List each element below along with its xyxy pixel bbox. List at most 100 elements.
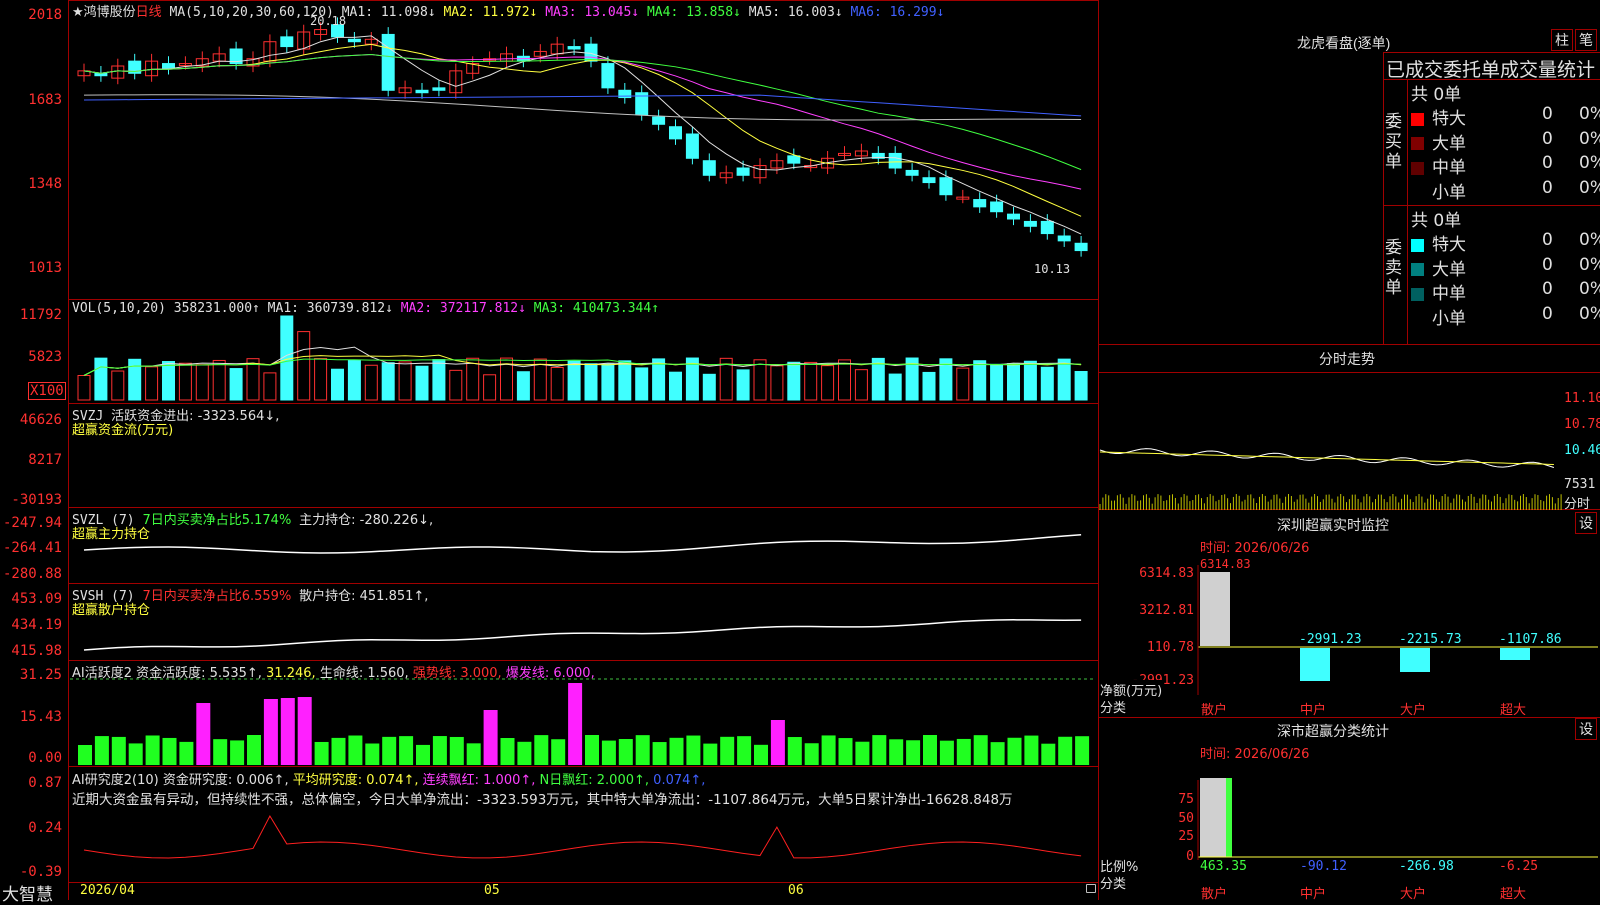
- order-count: 0: [1542, 128, 1553, 149]
- svzj-bar: [216, 472, 223, 480]
- ai2-bar: [840, 849, 853, 852]
- order-label: 中单: [1432, 158, 1466, 178]
- period-label[interactable]: 日线: [136, 5, 162, 20]
- svzj-bar: [773, 442, 780, 472]
- svzj-bar: [469, 472, 476, 474]
- svzj-bar: [266, 422, 273, 472]
- ma-line-10: [83, 43, 1082, 217]
- ai1-bar: [483, 710, 498, 765]
- svzj-bar: [368, 468, 375, 472]
- ai1-axis-label: 15.43: [19, 709, 62, 725]
- ai2-bar: [688, 848, 701, 851]
- monitor-cat: 中户: [1300, 703, 1327, 718]
- ai1-bar: [1007, 737, 1022, 765]
- ai1-bar: [720, 736, 735, 765]
- svzj-bar: [435, 472, 442, 484]
- svzl-subtitle: 超赢主力持仓: [72, 527, 151, 542]
- ai2-bar: [198, 850, 211, 853]
- ai1-bar: [787, 737, 802, 765]
- svzj-bar: [976, 471, 983, 474]
- svzj-bar: [892, 472, 899, 480]
- svsh-ratio: 7日内买卖净占比6.559%: [142, 589, 292, 604]
- vol-label[interactable]: VOL(5,10,20): [72, 301, 166, 316]
- classify-bar-retail: [1200, 778, 1230, 857]
- volume-bar: [618, 360, 632, 401]
- volume-bar: [178, 362, 192, 401]
- svsh-holding: 散户持仓: 451.851↑,: [299, 589, 429, 604]
- ai1-bar: [889, 739, 904, 765]
- ai1-bar: [804, 743, 819, 765]
- candle-body: [1023, 220, 1037, 227]
- ai2-bar: [603, 850, 616, 853]
- svzj-bar: [351, 472, 358, 483]
- ai2-bar: [333, 850, 346, 853]
- ai2-bar: [434, 849, 447, 852]
- ai1-strongline: 强势线: 3.000,: [412, 666, 502, 681]
- volume-bar: [415, 365, 429, 401]
- svzj-bar: [97, 470, 104, 473]
- volume-bar: [854, 369, 868, 401]
- classify-val: -90.12: [1300, 859, 1347, 874]
- ma6-value: MA6: 16.299↓: [850, 5, 945, 20]
- candle-body: [1074, 242, 1088, 252]
- ai2-bar: [181, 850, 194, 853]
- svzj-bar: [182, 468, 189, 472]
- svzj-bar: [402, 472, 409, 479]
- tick-mode-button[interactable]: 笔: [1575, 29, 1597, 51]
- price-axis-label: 1348: [28, 176, 62, 192]
- ai1-bar: [770, 720, 785, 765]
- ai2-axis-label: 0.87: [28, 775, 62, 791]
- ai2-bar: [958, 848, 971, 851]
- ai1-label[interactable]: AI活跃度2: [72, 666, 132, 681]
- ai2-axis-label: -0.39: [19, 864, 62, 880]
- order-pct: 0%: [1579, 128, 1600, 149]
- svzj-bar: [283, 472, 290, 494]
- monitor-axis: 110.78: [1147, 640, 1194, 655]
- order-row-0: 特大 0 0%: [1411, 104, 1600, 129]
- monitor-bar-large: [1400, 648, 1430, 672]
- svzj-bar: [1078, 472, 1085, 481]
- star-icon[interactable]: ★: [72, 5, 84, 20]
- svzj-bar: [537, 472, 544, 482]
- intraday-axis: 10.78: [1564, 417, 1600, 432]
- order-swatch: [1411, 238, 1424, 252]
- ai1-bar: [432, 736, 447, 765]
- monitor-settings-button[interactable]: 设: [1575, 512, 1597, 534]
- candle-body: [280, 36, 294, 48]
- ai1-active: 资金活跃度: 5.535↑,: [136, 666, 262, 681]
- order-pct: 0%: [1579, 177, 1600, 198]
- ai1-bar: [449, 736, 464, 765]
- stock-name[interactable]: 鸿博股份: [84, 5, 136, 20]
- ai1-bar: [1075, 736, 1090, 765]
- ai2-bar: [975, 849, 988, 852]
- bar-mode-button[interactable]: 柱: [1551, 29, 1573, 51]
- svsh-subtitle: 超赢散户持仓: [72, 603, 151, 618]
- volume-bar: [195, 364, 209, 401]
- ai2-bar: [164, 849, 177, 852]
- ai1-bar: [263, 699, 278, 765]
- ai1-value2: 31.246,: [266, 666, 316, 681]
- ma-line-120: [83, 94, 1082, 117]
- ai1-header: AI活跃度2 资金活跃度: 5.535↑, 31.246, 生命线: 1.560…: [72, 662, 595, 681]
- classify-settings-button[interactable]: 设: [1575, 718, 1597, 740]
- ai2-nday-red: N日飘红: 2.000↑,: [539, 773, 650, 788]
- candle-body: [922, 177, 936, 184]
- main-chart-canvas[interactable]: [0, 0, 1100, 900]
- volume-bar: [567, 360, 581, 401]
- volume-bar: [770, 365, 784, 401]
- volume-bar: [973, 360, 987, 401]
- ai1-bar: [872, 735, 887, 765]
- svzj-bar: [199, 472, 206, 480]
- ai2-bar: [367, 849, 380, 852]
- candle-body: [939, 177, 953, 196]
- lock-icon[interactable]: [1086, 884, 1096, 893]
- ai2-label[interactable]: AI研究度2(10): [72, 773, 159, 788]
- svzl-axis-label: -264.41: [2, 540, 62, 556]
- ai1-burstline: 爆发线: 6.000,: [505, 666, 595, 681]
- ai1-bar: [635, 735, 650, 765]
- ai1-bar: [399, 736, 414, 765]
- order-row-3: 小单 0 0%: [1411, 304, 1600, 329]
- svzj-bar: [790, 470, 797, 473]
- svzj-bar: [588, 472, 594, 494]
- ai1-bar: [78, 745, 92, 765]
